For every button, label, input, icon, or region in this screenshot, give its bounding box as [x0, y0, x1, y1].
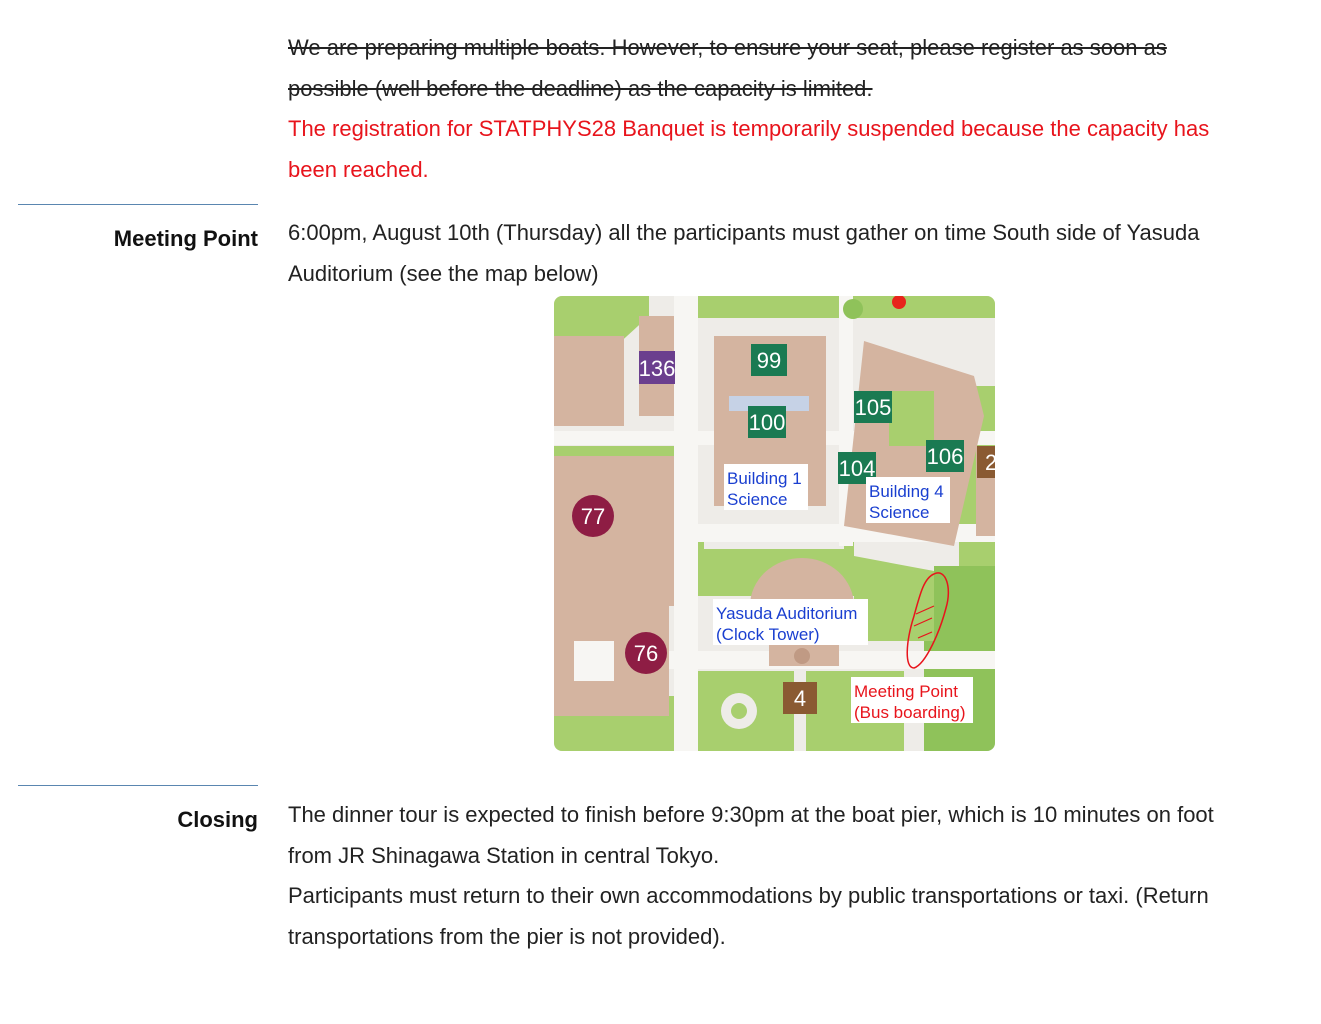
notice-section: We are preparing multiple boats. However…: [288, 28, 1248, 190]
svg-text:(Bus boarding): (Bus boarding): [854, 703, 966, 722]
map-label-meeting-point: Meeting Point (Bus boarding): [851, 677, 973, 723]
map-label-building-4: Building 4 Science: [866, 477, 950, 523]
svg-text:99: 99: [757, 348, 781, 373]
map-badge-77: 77: [572, 495, 614, 537]
svg-text:100: 100: [749, 410, 786, 435]
svg-text:Meeting Point: Meeting Point: [854, 682, 958, 701]
map-label-building-1: Building 1 Science: [724, 464, 808, 510]
map-badge-105: 105: [854, 391, 892, 423]
svg-text:106: 106: [927, 444, 964, 469]
svg-text:2: 2: [985, 450, 995, 475]
map-badge-99: 99: [751, 344, 787, 376]
campus-map: 136 99 100 105 106 104 2 77 76 4 Buildin…: [554, 296, 995, 751]
svg-text:Science: Science: [727, 490, 787, 509]
notice-strikethrough-text: We are preparing multiple boats. However…: [288, 35, 1167, 101]
svg-text:4: 4: [794, 686, 806, 711]
map-badge-2: 2: [977, 446, 995, 478]
meeting-point-text: 6:00pm, August 10th (Thursday) all the p…: [288, 220, 1200, 286]
meeting-point-label: Meeting Point: [113, 226, 258, 251]
svg-text:Science: Science: [869, 503, 929, 522]
map-badge-76: 76: [625, 632, 667, 674]
map-badge-100: 100: [748, 406, 786, 438]
map-badge-136: 136: [639, 351, 676, 384]
map-badge-106: 106: [926, 440, 964, 472]
svg-text:105: 105: [855, 395, 892, 420]
map-label-yasuda-auditorium: Yasuda Auditorium (Clock Tower): [713, 599, 868, 645]
svg-text:Building 4: Building 4: [869, 482, 944, 501]
closing-label: Closing: [177, 807, 258, 832]
section-divider: [18, 785, 258, 786]
map-badge-4: 4: [783, 682, 817, 714]
section-divider: [18, 204, 258, 205]
svg-text:76: 76: [634, 641, 658, 666]
svg-text:(Clock Tower): (Clock Tower): [716, 625, 820, 644]
closing-section: The dinner tour is expected to finish be…: [288, 795, 1248, 957]
notice-suspended-text: The registration for STATPHYS28 Banquet …: [288, 116, 1210, 182]
svg-text:Building 1: Building 1: [727, 469, 802, 488]
svg-text:77: 77: [581, 504, 605, 529]
campus-map-image: 136 99 100 105 106 104 2 77 76 4 Buildin…: [554, 296, 995, 751]
closing-text-1: The dinner tour is expected to finish be…: [288, 802, 1214, 868]
closing-text-2: Participants must return to their own ac…: [288, 883, 1209, 949]
svg-text:Yasuda Auditorium: Yasuda Auditorium: [716, 604, 857, 623]
svg-text:136: 136: [639, 356, 676, 381]
